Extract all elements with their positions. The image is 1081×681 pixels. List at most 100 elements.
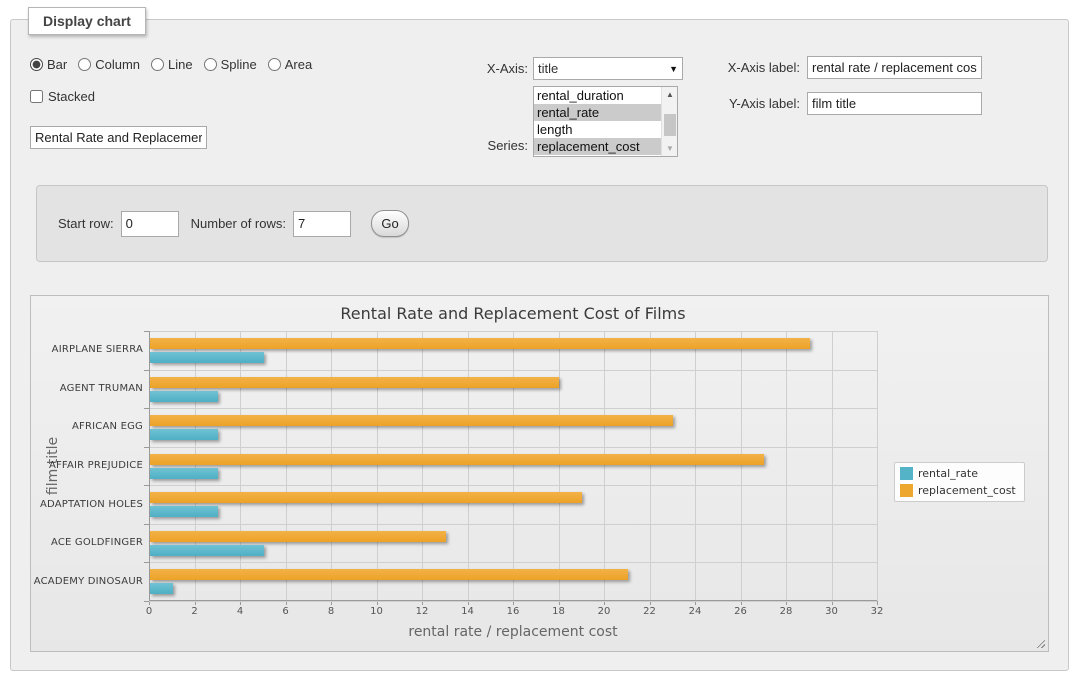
bar-rental_rate[interactable] bbox=[150, 545, 264, 556]
bar-rental_rate[interactable] bbox=[150, 506, 218, 517]
x-tick-label: 8 bbox=[311, 606, 351, 617]
chart-type-option-area: Area bbox=[268, 57, 312, 72]
chart-type-radio-bar[interactable] bbox=[30, 58, 43, 71]
x-tick-label: 22 bbox=[630, 606, 670, 617]
stacked-checkbox[interactable] bbox=[30, 90, 43, 103]
category-label: AFRICAN EGG bbox=[33, 421, 143, 432]
bar-rental_rate[interactable] bbox=[150, 391, 218, 402]
y-axis-label-input[interactable] bbox=[807, 92, 982, 115]
x-axis-label-input[interactable] bbox=[807, 56, 982, 79]
x-tick-label: 20 bbox=[584, 606, 624, 617]
chart-title-input[interactable] bbox=[30, 126, 207, 149]
chart-category-row: ACE GOLDFINGER bbox=[149, 524, 877, 563]
stacked-checkbox-row: Stacked bbox=[30, 89, 95, 104]
chart-type-label: Column bbox=[95, 57, 140, 72]
series-options: rental_durationrental_ratelengthreplacem… bbox=[534, 87, 661, 155]
chart-type-radio-area[interactable] bbox=[268, 58, 281, 71]
scrollbar-thumb[interactable] bbox=[664, 114, 676, 136]
chart-category-row: AIRPLANE SIERRA bbox=[149, 331, 877, 370]
chart-category-row: AGENT TRUMAN bbox=[149, 370, 877, 409]
x-tick-label: 28 bbox=[766, 606, 806, 617]
chart-type-option-column: Column bbox=[78, 57, 140, 72]
resize-grip-icon[interactable] bbox=[1034, 637, 1045, 648]
bar-replacement_cost[interactable] bbox=[150, 415, 673, 426]
num-rows-input[interactable] bbox=[293, 211, 351, 237]
bar-replacement_cost[interactable] bbox=[150, 377, 559, 388]
series-option-replacement_cost[interactable]: replacement_cost bbox=[534, 138, 661, 155]
bar-replacement_cost[interactable] bbox=[150, 338, 810, 349]
legend-swatch-icon bbox=[900, 484, 913, 497]
x-tick-label: 24 bbox=[675, 606, 715, 617]
chart-type-option-bar: Bar bbox=[30, 57, 67, 72]
row-controls-panel: Start row: Number of rows: Go bbox=[36, 185, 1048, 262]
series-option-rental_rate[interactable]: rental_rate bbox=[534, 104, 661, 121]
series-listbox[interactable]: rental_durationrental_ratelengthreplacem… bbox=[533, 86, 678, 157]
x-tick-label: 12 bbox=[402, 606, 442, 617]
legend-item-rental_rate[interactable]: rental_rate bbox=[900, 467, 1016, 480]
chart-x-axis-title: rental rate / replacement cost bbox=[149, 624, 877, 640]
scroll-up-icon[interactable]: ▲ bbox=[662, 87, 678, 102]
bar-rental_rate[interactable] bbox=[150, 352, 264, 363]
x-axis-label-label: X-Axis label: bbox=[700, 60, 800, 75]
x-tick-label: 10 bbox=[357, 606, 397, 617]
y-axis-label-label: Y-Axis label: bbox=[700, 96, 800, 111]
x-axis-select[interactable]: title ▼ bbox=[533, 57, 683, 80]
chart-type-radio-group: Bar Column Line Spline Area bbox=[30, 57, 321, 72]
legend-label: rental_rate bbox=[918, 467, 978, 480]
bar-replacement_cost[interactable] bbox=[150, 492, 582, 503]
chart-category-row: ADAPTATION HOLES bbox=[149, 485, 877, 524]
page: Display chart BarColumnLineSplineArea St… bbox=[0, 0, 1081, 681]
chart-legend: rental_rate replacement_cost bbox=[894, 462, 1025, 502]
chart-category-row: AFRICAN EGG bbox=[149, 408, 877, 447]
x-axis-select-label: X-Axis: bbox=[428, 61, 528, 76]
x-tick-label: 0 bbox=[129, 606, 169, 617]
x-tick-label: 32 bbox=[857, 606, 897, 617]
series-option-rental_duration[interactable]: rental_duration bbox=[534, 87, 661, 104]
bar-replacement_cost[interactable] bbox=[150, 531, 446, 542]
bar-rental_rate[interactable] bbox=[150, 429, 218, 440]
x-tick-label: 14 bbox=[448, 606, 488, 617]
chart-type-label: Area bbox=[285, 57, 312, 72]
chart-category-row: ACADEMY DINOSAUR bbox=[149, 562, 877, 601]
x-tick-label: 2 bbox=[175, 606, 215, 617]
series-option-length[interactable]: length bbox=[534, 121, 661, 138]
category-label: ACADEMY DINOSAUR bbox=[33, 576, 143, 587]
chart-type-label: Spline bbox=[221, 57, 257, 72]
chart-type-label: Bar bbox=[47, 57, 67, 72]
num-rows-label: Number of rows: bbox=[191, 216, 286, 231]
chart-type-radio-column[interactable] bbox=[78, 58, 91, 71]
chart-category-row: AFFAIR PREJUDICE bbox=[149, 447, 877, 486]
bar-replacement_cost[interactable] bbox=[150, 569, 628, 580]
x-tick-label: 30 bbox=[812, 606, 852, 617]
go-button[interactable]: Go bbox=[371, 210, 409, 237]
series-select-label: Series: bbox=[428, 138, 528, 153]
chart-type-radio-line[interactable] bbox=[151, 58, 164, 71]
bar-rental_rate[interactable] bbox=[150, 468, 218, 479]
x-tick-label: 6 bbox=[266, 606, 306, 617]
gridline bbox=[877, 331, 878, 601]
chart-title: Rental Rate and Replacement Cost of Film… bbox=[149, 304, 877, 323]
scroll-down-icon[interactable]: ▼ bbox=[662, 141, 678, 156]
start-row-label: Start row: bbox=[58, 216, 114, 231]
axis-tick bbox=[144, 601, 149, 602]
legend-label: replacement_cost bbox=[918, 484, 1016, 497]
x-tick-label: 18 bbox=[539, 606, 579, 617]
category-label: ACE GOLDFINGER bbox=[33, 537, 143, 548]
start-row-input[interactable] bbox=[121, 211, 179, 237]
category-label: AGENT TRUMAN bbox=[33, 383, 143, 394]
chart-plot-area: AIRPLANE SIERRAAGENT TRUMANAFRICAN EGGAF… bbox=[149, 331, 877, 601]
category-label: ADAPTATION HOLES bbox=[33, 499, 143, 510]
chart-type-option-spline: Spline bbox=[204, 57, 257, 72]
axis-tick bbox=[877, 601, 878, 605]
series-scrollbar[interactable]: ▲ ▼ bbox=[661, 87, 677, 156]
stacked-label: Stacked bbox=[48, 89, 95, 104]
chart-type-radio-spline[interactable] bbox=[204, 58, 217, 71]
chart-type-option-line: Line bbox=[151, 57, 193, 72]
bar-replacement_cost[interactable] bbox=[150, 454, 764, 465]
legend-item-replacement_cost[interactable]: replacement_cost bbox=[900, 484, 1016, 497]
bar-rental_rate[interactable] bbox=[150, 583, 173, 594]
category-label: AIRPLANE SIERRA bbox=[33, 344, 143, 355]
chart-type-label: Line bbox=[168, 57, 193, 72]
legend-swatch-icon bbox=[900, 467, 913, 480]
category-label: AFFAIR PREJUDICE bbox=[33, 460, 143, 471]
